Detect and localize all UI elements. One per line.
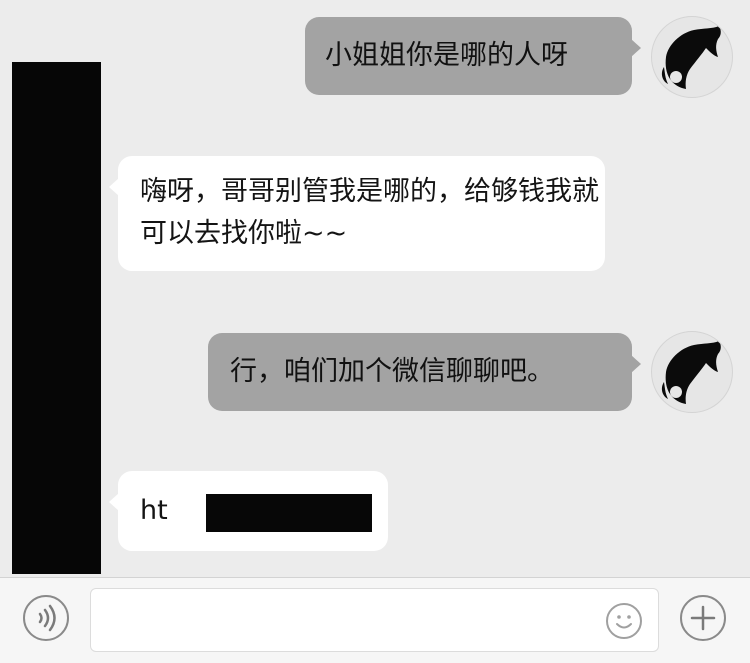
message-text: ht bbox=[140, 495, 168, 526]
horse-head-icon bbox=[661, 26, 721, 89]
message-text: 行，咱们加个微信聊聊吧。 bbox=[230, 356, 554, 387]
chat-input-bar bbox=[0, 577, 750, 663]
incoming-message[interactable]: 嗨呀，哥哥别管我是哪的，给够钱我就可以去找你啦~~ bbox=[109, 156, 605, 271]
outgoing-message[interactable]: 行，咱们加个微信聊聊吧。 bbox=[208, 333, 641, 411]
voice-button[interactable] bbox=[23, 595, 69, 641]
outgoing-message[interactable]: 小姐姐你是哪的人呀 bbox=[305, 17, 641, 95]
message-text: 小姐姐你是哪的人呀 bbox=[325, 40, 568, 71]
emoji-icon bbox=[616, 615, 632, 629]
horse-head-icon bbox=[661, 341, 721, 404]
redaction-block bbox=[12, 62, 101, 574]
more-options-button[interactable] bbox=[680, 595, 726, 641]
voice-icon bbox=[38, 604, 56, 632]
horse-avatar[interactable] bbox=[651, 331, 733, 413]
emoji-button[interactable] bbox=[606, 603, 642, 639]
incoming-link-message[interactable]: ht bbox=[109, 471, 388, 551]
plus-icon bbox=[690, 605, 716, 631]
message-text: 嗨呀，哥哥别管我是哪的，给够钱我就可以去找你啦~~ bbox=[140, 176, 599, 249]
horse-avatar[interactable] bbox=[651, 16, 733, 98]
redaction-block bbox=[206, 494, 372, 532]
message-input[interactable] bbox=[90, 588, 659, 652]
chat-message-area[interactable]: 小姐姐你是哪的人呀 嗨呀，哥哥别管我是哪的，给够钱我就可以去找你啦~~ 行，咱们… bbox=[0, 0, 750, 577]
